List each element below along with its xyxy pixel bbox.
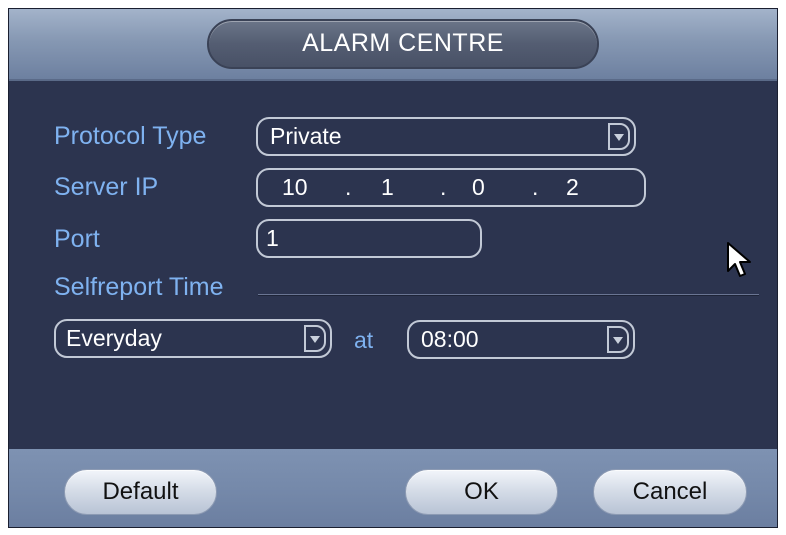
protocol-type-value: Private bbox=[270, 123, 342, 149]
selfreport-time-value: 08:00 bbox=[421, 326, 479, 352]
alarm-centre-dialog: ALARM CENTRE Protocol Type Private Serve… bbox=[8, 8, 778, 528]
cancel-button[interactable]: Cancel bbox=[593, 469, 747, 515]
ip-separator: . bbox=[440, 174, 447, 200]
ip-octet-1[interactable]: 10 bbox=[282, 170, 308, 205]
dialog-title: ALARM CENTRE bbox=[207, 19, 599, 69]
default-button[interactable]: Default bbox=[64, 469, 217, 515]
chevron-down-icon[interactable] bbox=[608, 123, 630, 150]
chevron-down-icon[interactable] bbox=[304, 325, 326, 352]
server-ip-input[interactable]: 10 . 1 . 0 . 2 bbox=[256, 168, 646, 207]
ok-button[interactable]: OK bbox=[405, 469, 558, 515]
ip-separator: . bbox=[345, 174, 352, 200]
section-divider bbox=[258, 294, 759, 296]
ip-octet-3[interactable]: 0 bbox=[472, 170, 485, 205]
chevron-down-icon[interactable] bbox=[607, 326, 629, 353]
port-label: Port bbox=[54, 225, 100, 253]
mouse-cursor-icon bbox=[727, 242, 751, 277]
selfreport-time-label: Selfreport Time bbox=[54, 273, 224, 301]
selfreport-time-select[interactable]: 08:00 bbox=[407, 320, 635, 359]
server-ip-label: Server IP bbox=[54, 173, 159, 201]
selfreport-frequency-select[interactable]: Everyday bbox=[54, 319, 332, 358]
protocol-type-select[interactable]: Private bbox=[256, 117, 636, 156]
ip-separator: . bbox=[532, 174, 539, 200]
port-input[interactable]: 1 bbox=[256, 219, 482, 258]
title-bar: ALARM CENTRE bbox=[9, 9, 777, 81]
port-value: 1 bbox=[266, 225, 279, 251]
ip-octet-2[interactable]: 1 bbox=[381, 170, 394, 205]
ip-octet-4[interactable]: 2 bbox=[566, 170, 579, 205]
protocol-type-label: Protocol Type bbox=[54, 122, 207, 150]
button-bar: Default OK Cancel bbox=[9, 449, 777, 527]
selfreport-frequency-value: Everyday bbox=[66, 325, 162, 351]
at-label: at bbox=[354, 327, 374, 353]
